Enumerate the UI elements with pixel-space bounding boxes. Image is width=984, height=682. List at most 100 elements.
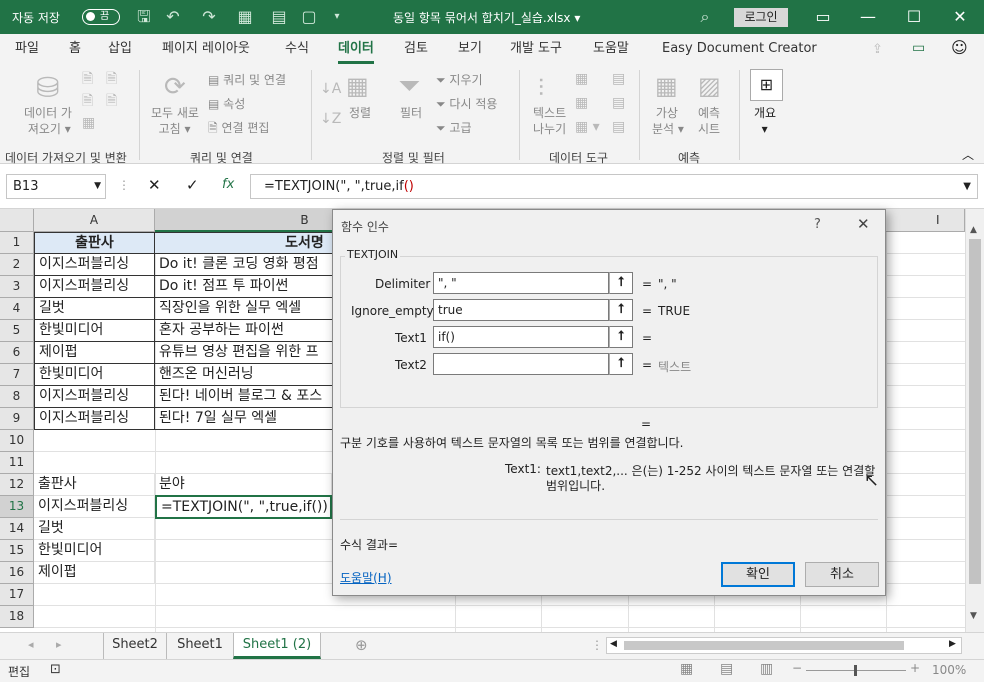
- ribbon-display-icon[interactable]: ▭: [812, 0, 834, 34]
- collapse-ribbon-icon[interactable]: ︿: [962, 146, 974, 163]
- sheet-tab-sheet2[interactable]: Sheet2: [103, 633, 166, 659]
- vertical-scrollbar[interactable]: ▲ ▼: [965, 209, 984, 632]
- relationships-icon[interactable]: ▤: [612, 96, 625, 110]
- dialog-help-button[interactable]: ?: [814, 217, 821, 232]
- row-header[interactable]: 5: [0, 320, 34, 342]
- maximize-icon[interactable]: ☐: [903, 0, 925, 34]
- row-header[interactable]: 2: [0, 254, 34, 276]
- arg-input-text2[interactable]: [433, 353, 609, 375]
- smiley-icon[interactable]: ☺: [951, 38, 968, 57]
- edit-links-button[interactable]: 🗎 연결 편집: [208, 120, 269, 136]
- zoom-level[interactable]: 100%: [932, 663, 966, 677]
- tab-insert[interactable]: 삽입: [108, 34, 132, 64]
- share-icon[interactable]: ⇪: [872, 42, 883, 57]
- tab-data[interactable]: 데이터: [338, 34, 374, 64]
- what-if-button[interactable]: 가상 분석 ▾: [652, 105, 684, 137]
- cell-a7[interactable]: 한빛미디어: [34, 364, 155, 386]
- zoom-in-icon[interactable]: +: [910, 661, 920, 675]
- search-icon[interactable]: ⌕: [694, 0, 716, 34]
- sort-asc-icon[interactable]: ↓A: [320, 82, 341, 96]
- tab-file[interactable]: 파일: [15, 34, 39, 64]
- scroll-up-icon[interactable]: ▲: [970, 225, 977, 235]
- row-header[interactable]: 16: [0, 562, 34, 584]
- help-link[interactable]: 도움말(H): [340, 569, 392, 586]
- from-table-icon[interactable]: ▦: [82, 116, 95, 130]
- row-header[interactable]: 17: [0, 584, 34, 606]
- web-icon[interactable]: 🗎: [82, 94, 93, 108]
- cell-b12[interactable]: 분야: [155, 474, 332, 496]
- row-header[interactable]: 9: [0, 408, 34, 430]
- scroll-down-icon[interactable]: ▼: [970, 611, 977, 621]
- login-button[interactable]: 로그인: [734, 8, 788, 27]
- cell-a14[interactable]: 길벗: [34, 518, 155, 540]
- layout-icon[interactable]: ▤: [268, 0, 290, 34]
- close-icon[interactable]: ✕: [949, 0, 971, 34]
- row-header[interactable]: 12: [0, 474, 34, 496]
- zoom-slider-thumb[interactable]: [854, 665, 857, 676]
- cell-a5[interactable]: 한빛미디어: [34, 320, 155, 342]
- save-icon[interactable]: 🖫: [133, 0, 155, 34]
- cell-a9[interactable]: 이지스퍼블리싱: [34, 408, 155, 430]
- redo-icon[interactable]: ↷: [198, 0, 220, 34]
- queries-connections-button[interactable]: ▤ 쿼리 및 연결: [208, 72, 286, 88]
- collapse-dialog-icon[interactable]: ⭡: [609, 272, 633, 294]
- row-header[interactable]: 13: [0, 496, 34, 518]
- cell-b13-active[interactable]: =TEXTJOIN(", ",true,if()): [155, 495, 332, 519]
- row-header[interactable]: 11: [0, 452, 34, 474]
- ok-button[interactable]: 확인: [721, 562, 795, 587]
- enter-icon[interactable]: ✓: [186, 176, 199, 194]
- arg-input-ignore-empty[interactable]: true: [433, 299, 609, 321]
- zoom-out-icon[interactable]: −: [792, 661, 802, 675]
- horizontal-scrollbar[interactable]: ◀ ▶: [606, 637, 962, 654]
- scrollbar-thumb[interactable]: [969, 239, 981, 584]
- consolidate-icon[interactable]: ▤: [612, 72, 625, 86]
- tab-page-layout[interactable]: 페이지 레이아웃: [162, 34, 250, 64]
- undo-icon[interactable]: ↶: [162, 0, 184, 34]
- add-sheet-icon[interactable]: ⊕: [355, 636, 368, 654]
- tab-home[interactable]: 홈: [69, 34, 81, 64]
- row-header[interactable]: 18: [0, 606, 34, 628]
- sheet-tab-sheet1[interactable]: Sheet1: [166, 633, 233, 659]
- row-header[interactable]: 3: [0, 276, 34, 298]
- minimize-icon[interactable]: —: [857, 0, 879, 34]
- qat-more-icon[interactable]: ▾: [326, 0, 348, 34]
- cell-a3[interactable]: 이지스퍼블리싱: [34, 276, 155, 298]
- advanced-button[interactable]: ⏷ 고급: [436, 120, 472, 136]
- data-validation-icon[interactable]: ▦ ▾: [575, 120, 600, 134]
- scroll-tabs-left-icon[interactable]: ◂: [28, 638, 34, 651]
- scroll-tabs-right-icon[interactable]: ▸: [56, 638, 62, 651]
- arg-input-text1[interactable]: if(): [433, 326, 609, 348]
- tab-splitter-icon[interactable]: ⋮: [591, 638, 603, 652]
- row-header[interactable]: 10: [0, 430, 34, 452]
- outline-button[interactable]: 개요 ▾: [754, 105, 776, 137]
- cell-a8[interactable]: 이지스퍼블리싱: [34, 386, 155, 408]
- tab-formulas[interactable]: 수식: [285, 34, 309, 64]
- arg-input-delimiter[interactable]: ", ": [433, 272, 609, 294]
- hscroll-right-icon[interactable]: ▶: [949, 639, 956, 649]
- cell-a15[interactable]: 한빛미디어: [34, 540, 155, 562]
- flash-fill-icon[interactable]: ▦: [575, 72, 588, 86]
- cell-a13[interactable]: 이지스퍼블리싱: [34, 496, 155, 518]
- autosave-toggle[interactable]: 끔: [82, 9, 120, 25]
- cancel-button[interactable]: 취소: [805, 562, 879, 587]
- text-csv-icon[interactable]: 🗎: [82, 72, 93, 86]
- hscroll-thumb[interactable]: [624, 641, 904, 650]
- formula-input[interactable]: =TEXTJOIN(", ",true,if() ▼: [250, 174, 978, 199]
- sort-desc-icon[interactable]: ↓Z: [320, 112, 341, 126]
- cancel-icon[interactable]: ✕: [148, 176, 161, 194]
- clear-button[interactable]: ⏷ 지우기: [436, 72, 483, 88]
- name-box[interactable]: B13 ▼: [6, 174, 106, 199]
- filter-button[interactable]: 필터: [400, 105, 422, 121]
- macro-record-icon[interactable]: ⊡: [50, 662, 61, 677]
- hscroll-left-icon[interactable]: ◀: [610, 639, 617, 649]
- cell-a16[interactable]: 제이펍: [34, 562, 155, 584]
- tab-easy-document-creator[interactable]: Easy Document Creator: [662, 34, 817, 64]
- get-data-button[interactable]: 데이터 가 져오기 ▾: [24, 105, 72, 137]
- cell-a4[interactable]: 길벗: [34, 298, 155, 320]
- frame-icon[interactable]: ▢: [298, 0, 320, 34]
- tab-help[interactable]: 도움말: [593, 34, 629, 64]
- dialog-close-icon[interactable]: ✕: [857, 215, 870, 233]
- collapse-dialog-icon[interactable]: ⭡: [609, 326, 633, 348]
- recent-sources-icon[interactable]: 🗎: [106, 72, 117, 86]
- tab-review[interactable]: 검토: [404, 34, 428, 64]
